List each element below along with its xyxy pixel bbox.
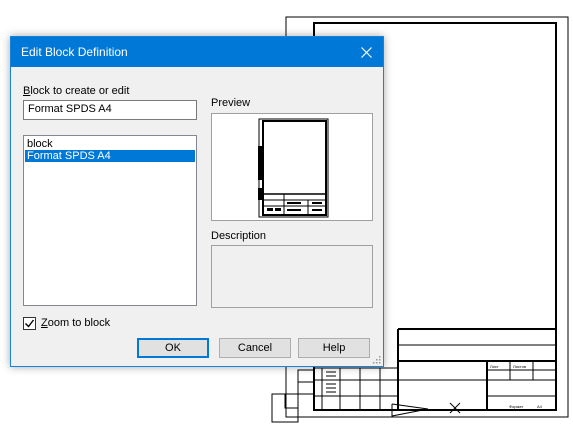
preview-label: Preview bbox=[211, 97, 251, 109]
ok-button[interactable]: OK bbox=[137, 338, 209, 358]
checkmark-icon bbox=[25, 319, 35, 328]
block-name-input[interactable]: Format SPDS A4 bbox=[23, 100, 197, 120]
block-name-label: Block to create or edit bbox=[23, 85, 130, 97]
block-list[interactable]: block Format SPDS A4 bbox=[23, 135, 197, 306]
description-field bbox=[211, 245, 373, 308]
list-item-block[interactable]: block bbox=[25, 138, 195, 150]
preview-pane bbox=[211, 113, 373, 221]
edit-block-definition-dialog: Edit Block Definition Block to create or… bbox=[10, 36, 384, 367]
list-item-format-spds-a4[interactable]: Format SPDS A4 bbox=[25, 150, 195, 162]
description-label: Description bbox=[211, 230, 267, 242]
preview-thumbnail bbox=[258, 118, 329, 218]
help-button[interactable]: Help bbox=[298, 338, 370, 358]
close-icon bbox=[360, 46, 372, 58]
title-block-text-3: Формат bbox=[509, 404, 523, 409]
resize-grip-icon[interactable] bbox=[371, 354, 381, 364]
close-button[interactable] bbox=[349, 37, 383, 67]
zoom-to-block-label[interactable]: Zoom to block bbox=[41, 317, 110, 329]
title-block-text-2: Листов bbox=[513, 364, 526, 369]
zoom-to-block-checkbox[interactable] bbox=[23, 317, 36, 330]
title-block-text-1: Лист bbox=[490, 364, 499, 369]
title-block-text-4: A4 bbox=[537, 404, 543, 409]
dialog-titlebar[interactable]: Edit Block Definition bbox=[11, 37, 383, 67]
dialog-title: Edit Block Definition bbox=[21, 45, 128, 59]
cancel-button[interactable]: Cancel bbox=[219, 338, 291, 358]
